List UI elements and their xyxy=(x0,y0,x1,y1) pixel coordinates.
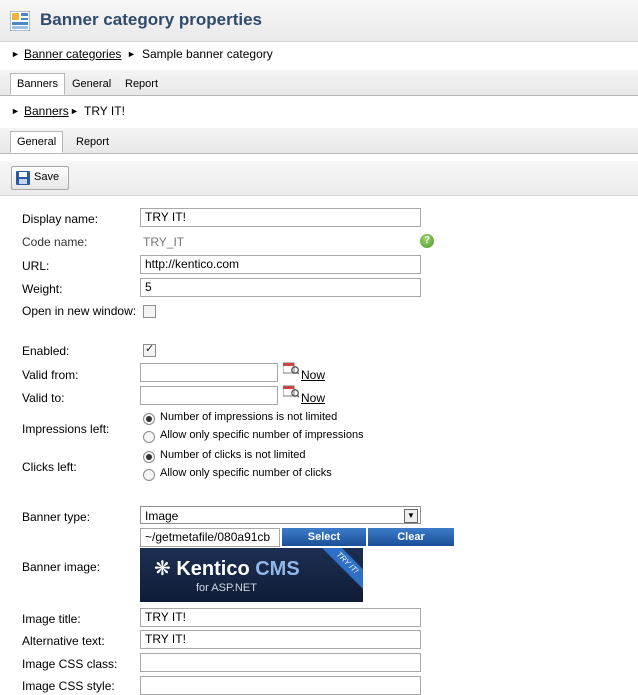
css-class-input[interactable] xyxy=(140,653,421,672)
impressions-specific-label: Allow only specific number of impression… xyxy=(160,429,364,441)
clear-image-button[interactable]: Clear xyxy=(368,528,454,546)
banner-type-select[interactable]: Image ▼ xyxy=(140,506,421,524)
weight-input[interactable]: 5 xyxy=(140,278,421,297)
kentico-logo: ❋ Kentico CMS xyxy=(154,556,300,581)
kentico-logo-text: Kentico xyxy=(176,558,250,580)
banner-type-label: Banner type: xyxy=(22,510,91,524)
impressions-unlimited-label: Number of impressions is not limited xyxy=(160,411,338,423)
display-name-input[interactable]: TRY IT! xyxy=(140,208,421,227)
title-bar: Banner category properties xyxy=(0,0,638,42)
clicks-specific-label: Allow only specific number of clicks xyxy=(160,467,332,479)
clicks-specific-radio[interactable] xyxy=(143,469,155,481)
kentico-logo-cms: CMS xyxy=(255,558,300,580)
image-title-label: Image title: xyxy=(22,612,81,626)
tab-report[interactable]: Report xyxy=(70,132,115,152)
tab-general[interactable]: General xyxy=(66,74,117,94)
valid-from-label: Valid from: xyxy=(22,368,79,382)
toolbar: Save xyxy=(0,161,638,196)
calendar-icon[interactable] xyxy=(283,361,299,375)
display-name-label: Display name: xyxy=(22,212,99,226)
clicks-unlimited-label: Number of clicks is not limited xyxy=(160,449,306,461)
tab-banners[interactable]: Banners xyxy=(10,73,65,95)
code-name-value: TRY_IT xyxy=(143,235,185,249)
breadcrumb-link-banner-categories[interactable]: Banner categories xyxy=(24,47,121,61)
page-title: Banner category properties xyxy=(40,10,263,29)
breadcrumb-link-banners[interactable]: Banners xyxy=(24,104,69,118)
tab-general[interactable]: General xyxy=(10,131,64,153)
save-label: Save xyxy=(34,171,60,183)
banner-category-icon xyxy=(10,11,30,31)
clicks-left-label: Clicks left: xyxy=(22,460,77,474)
chevron-right-icon: ► xyxy=(11,106,20,116)
css-class-label: Image CSS class: xyxy=(22,657,118,671)
valid-from-input[interactable] xyxy=(140,363,278,382)
tabs-category: Banners General Report xyxy=(0,70,638,96)
tab-report[interactable]: Report xyxy=(119,74,164,94)
breadcrumb-current: TRY IT! xyxy=(84,104,125,118)
banner-type-value: Image xyxy=(145,509,179,523)
banner-image-preview: ❋ Kentico CMS for ASP.NET TRY IT! xyxy=(140,548,363,602)
open-new-window-checkbox[interactable] xyxy=(143,305,156,318)
kentico-logo-star-icon: ❋ xyxy=(154,558,171,580)
valid-from-now-link[interactable]: Now xyxy=(301,368,325,382)
enabled-checkbox[interactable] xyxy=(143,342,156,357)
valid-to-input[interactable] xyxy=(140,386,278,405)
valid-to-label: Valid to: xyxy=(22,391,65,405)
alt-text-input[interactable]: TRY IT! xyxy=(140,630,421,649)
chevron-right-icon: ► xyxy=(11,49,20,59)
banner-image-path-input[interactable]: ~/getmetafile/080a91cb xyxy=(140,528,280,547)
css-style-input[interactable] xyxy=(140,676,421,695)
enabled-label: Enabled: xyxy=(22,344,70,358)
kentico-logo-subtitle: for ASP.NET xyxy=(196,582,257,594)
url-input[interactable]: http://kentico.com xyxy=(140,255,421,274)
help-icon[interactable]: ? xyxy=(420,234,434,248)
url-label: URL: xyxy=(22,259,50,273)
save-button[interactable]: Save xyxy=(11,166,69,190)
open-new-window-label: Open in new window: xyxy=(22,304,137,318)
chevron-right-icon: ► xyxy=(127,49,136,59)
breadcrumb-categories: ► Banner categories ► Sample banner cate… xyxy=(0,42,638,68)
breadcrumb-current: Sample banner category xyxy=(142,47,273,61)
impressions-left-label: Impressions left: xyxy=(22,422,110,436)
dropdown-arrow-icon: ▼ xyxy=(404,509,418,523)
select-image-button[interactable]: Select xyxy=(282,528,366,546)
try-it-ribbon: TRY IT! xyxy=(313,548,363,597)
image-title-input[interactable]: TRY IT! xyxy=(140,608,421,627)
alt-text-label: Alternative text: xyxy=(22,634,105,648)
banner-image-label: Banner image: xyxy=(22,560,101,574)
chevron-right-icon: ► xyxy=(70,106,79,116)
clicks-unlimited-radio[interactable] xyxy=(143,451,155,463)
css-style-label: Image CSS style: xyxy=(22,679,115,693)
impressions-specific-radio[interactable] xyxy=(143,431,155,443)
valid-to-now-link[interactable]: Now xyxy=(301,391,325,405)
save-icon xyxy=(16,171,30,185)
code-name-label: Code name: xyxy=(22,235,88,249)
tabs-banner: General Report xyxy=(0,128,638,154)
impressions-unlimited-radio[interactable] xyxy=(143,413,155,425)
weight-label: Weight: xyxy=(22,282,63,296)
breadcrumb-banner: ► Banners ► TRY IT! xyxy=(0,99,638,125)
calendar-icon[interactable] xyxy=(283,384,299,398)
